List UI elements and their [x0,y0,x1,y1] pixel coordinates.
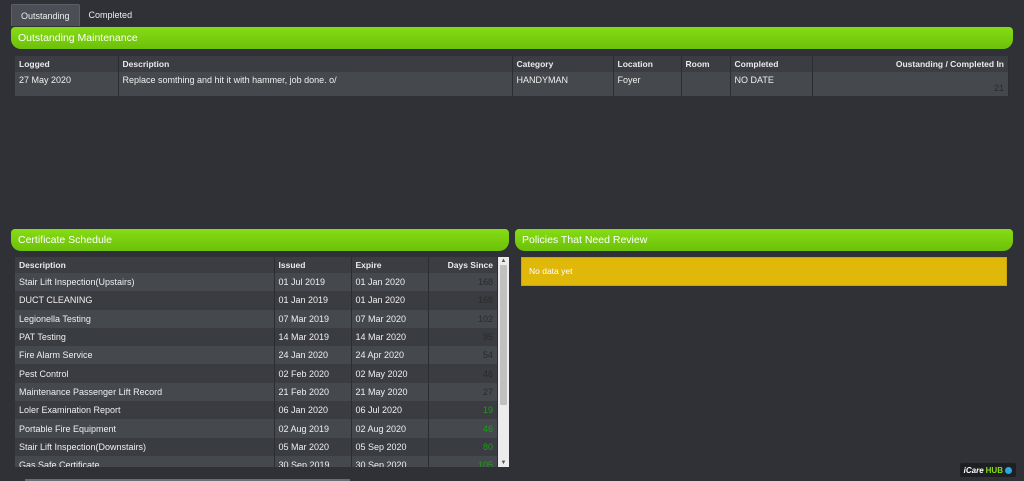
cell-issued: 01 Jan 2019 [274,291,352,310]
table-row[interactable]: Stair Lift Inspection(Upstairs) 01 Jul 20… [15,273,498,292]
cell-expire: 01 Jan 2020 [351,273,429,292]
table-row[interactable]: PAT Testing 14 Mar 2019 14 Mar 2020 95 [15,327,498,347]
table-row[interactable]: 27 May 2020 Replace somthing and hit it … [15,72,1009,96]
cell-description: Stair Lift Inspection(Upstairs) [15,273,275,292]
cell-days: 105 [428,455,498,467]
cell-days: 19 [428,401,498,420]
cell-description: DUCT CLEANING [15,291,275,310]
cell-description: Portable Fire Equipment [15,419,275,438]
cell-days: 21 [812,72,1009,96]
cell-issued: 21 Feb 2020 [274,382,352,402]
cell-issued: 06 Jan 2020 [274,401,352,420]
scroll-down-icon[interactable]: ▼ [498,459,509,467]
col-cert-issued[interactable]: Issued [274,257,352,273]
col-logged[interactable]: Logged [15,56,119,72]
cell-completed: NO DATE [730,72,813,96]
cell-description: Fire Alarm Service [15,346,275,365]
cell-expire: 02 May 2020 [351,364,429,383]
table-row[interactable]: Portable Fire Equipment 02 Aug 2019 02 Aug… [15,419,498,438]
scroll-up-icon[interactable]: ▲ [498,257,509,265]
col-room[interactable]: Room [681,56,731,72]
table-row[interactable]: Pest Control 02 Feb 2020 02 May 2020 46 [15,364,498,383]
table-row[interactable]: Fire Alarm Service 24 Jan 2020 24 Apr 2020… [15,346,498,365]
cell-issued: 14 Mar 2019 [274,327,352,347]
col-location[interactable]: Location [613,56,682,72]
cell-description: Gas Safe Certificate [15,455,275,467]
cell-description: Loler Examination Report [15,401,275,420]
cell-category: HANDYMAN [512,72,614,96]
cell-days: 168 [428,273,498,292]
no-data-message: No data yet [521,257,1007,286]
cell-description: Legionella Testing [15,309,275,328]
col-completed[interactable]: Completed [730,56,813,72]
cell-expire: 07 Mar 2020 [351,309,429,328]
cell-days: 95 [428,327,498,347]
cell-expire: 24 Apr 2020 [351,346,429,365]
cell-issued: 30 Sep 2019 [274,455,352,467]
cell-description: Stair Lift Inspection(Downstairs) [15,437,275,456]
cell-days: 80 [428,437,498,456]
cell-expire: 14 Mar 2020 [351,327,429,347]
icarehub-logo: iCare HUB [959,463,1016,477]
cell-issued: 02 Feb 2020 [274,364,352,383]
cell-description: PAT Testing [15,327,275,347]
tab-outstanding[interactable]: Outstanding [11,4,80,26]
maintenance-table: Logged Description Category Location Roo… [15,56,1009,96]
cell-expire: 06 Jul 2020 [351,401,429,420]
logo-globe-icon [1005,466,1012,474]
col-category[interactable]: Category [512,56,614,72]
scrollbar[interactable]: ▲ ▼ [498,257,509,467]
tab-bar: Outstanding Completed [11,4,141,26]
cell-expire: 01 Jan 2020 [351,291,429,310]
table-row[interactable]: Maintenance Passenger Lift Record 21 Feb … [15,382,498,402]
cell-logged: 27 May 2020 [15,72,119,96]
col-cert-expire[interactable]: Expire [351,257,429,273]
cell-description: Replace somthing and hit it with hammer,… [118,72,513,96]
cell-days: 46 [428,419,498,438]
policies-panel-title: Policies That Need Review [515,229,1013,251]
cell-issued: 07 Mar 2019 [274,309,352,328]
certificate-panel-title: Certificate Schedule [11,229,509,251]
table-row[interactable]: Legionella Testing 07 Mar 2019 07 Mar 2020… [15,309,498,328]
tab-completed[interactable]: Completed [80,4,142,26]
cell-expire: 30 Sep 2020 [351,455,429,467]
cell-expire: 21 May 2020 [351,382,429,402]
table-row[interactable]: Stair Lift Inspection(Downstairs) 05 Mar … [15,437,498,456]
cell-room [681,72,731,96]
cell-description: Pest Control [15,364,275,383]
col-cert-description[interactable]: Description [15,257,275,273]
cell-days: 54 [428,346,498,365]
cell-days: 46 [428,364,498,383]
col-outstanding-days[interactable]: Oustanding / Completed In [812,56,1009,72]
table-row[interactable]: Gas Safe Certificate 30 Sep 2019 30 Sep 20… [15,455,498,467]
cell-issued: 05 Mar 2020 [274,437,352,456]
cell-expire: 02 Aug 2020 [351,419,429,438]
table-row[interactable]: Loler Examination Report 06 Jan 2020 06 Ju… [15,401,498,420]
cell-description: Maintenance Passenger Lift Record [15,382,275,402]
table-row[interactable]: DUCT CLEANING 01 Jan 2019 01 Jan 2020 168 [15,291,498,310]
col-description[interactable]: Description [118,56,513,72]
cell-issued: 01 Jul 2019 [274,273,352,292]
maintenance-panel-title: Outstanding Maintenance [11,27,1013,49]
cell-days: 102 [428,309,498,328]
certificate-table: Description Issued Expire Days Since Sta… [15,257,498,467]
scroll-thumb[interactable] [500,265,507,405]
certificate-table-container[interactable]: Description Issued Expire Days Since Sta… [15,257,509,467]
cell-expire: 05 Sep 2020 [351,437,429,456]
cell-issued: 02 Aug 2019 [274,419,352,438]
cell-days: 27 [428,382,498,402]
cell-issued: 24 Jan 2020 [274,346,352,365]
col-cert-days-since[interactable]: Days Since [428,257,498,273]
cell-days: 168 [428,291,498,310]
cell-location: Foyer [613,72,682,96]
